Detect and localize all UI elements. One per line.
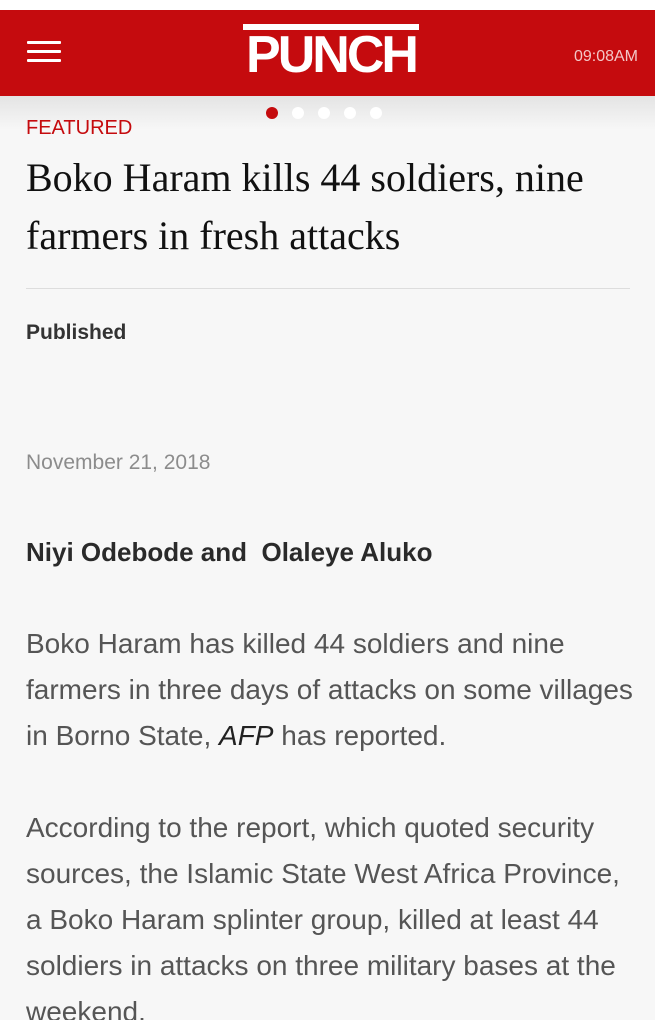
- carousel-dot[interactable]: [370, 107, 382, 119]
- status-strip: [0, 0, 655, 10]
- carousel-dot[interactable]: [318, 107, 330, 119]
- publish-date: November 21, 2018: [26, 451, 211, 474]
- menu-line: [27, 41, 61, 44]
- punch-logo[interactable]: PUNCH: [241, 24, 421, 84]
- carousel-dots: [266, 107, 382, 121]
- hamburger-menu-icon[interactable]: [27, 39, 61, 65]
- published-label: Published: [26, 321, 127, 344]
- article-paragraph: Boko Haram has killed 44 soldiers and ni…: [26, 621, 638, 759]
- menu-line: [27, 50, 61, 53]
- paragraph-text: has reported.: [273, 720, 447, 751]
- category-label[interactable]: FEATURED: [26, 117, 132, 140]
- carousel-dot[interactable]: [292, 107, 304, 119]
- news-source: AFP: [219, 720, 274, 751]
- carousel-dot-active[interactable]: [266, 107, 278, 119]
- article-paragraph: According to the report, which quoted se…: [26, 812, 620, 1020]
- divider: [26, 288, 630, 289]
- article-authors: Niyi Odebode and Olaleye Aluko: [26, 537, 433, 567]
- menu-line: [27, 59, 61, 62]
- article-headline: Boko Haram kills 44 soldiers, nine farme…: [26, 155, 584, 258]
- screen: PUNCH 09:08AM FEATURED Boko Haram kills …: [0, 0, 655, 1020]
- logo-text: PUNCH: [246, 26, 419, 84]
- carousel-dot[interactable]: [344, 107, 356, 119]
- header-time: 09:08AM: [573, 48, 638, 65]
- app-header: PUNCH 09:08AM: [0, 10, 655, 96]
